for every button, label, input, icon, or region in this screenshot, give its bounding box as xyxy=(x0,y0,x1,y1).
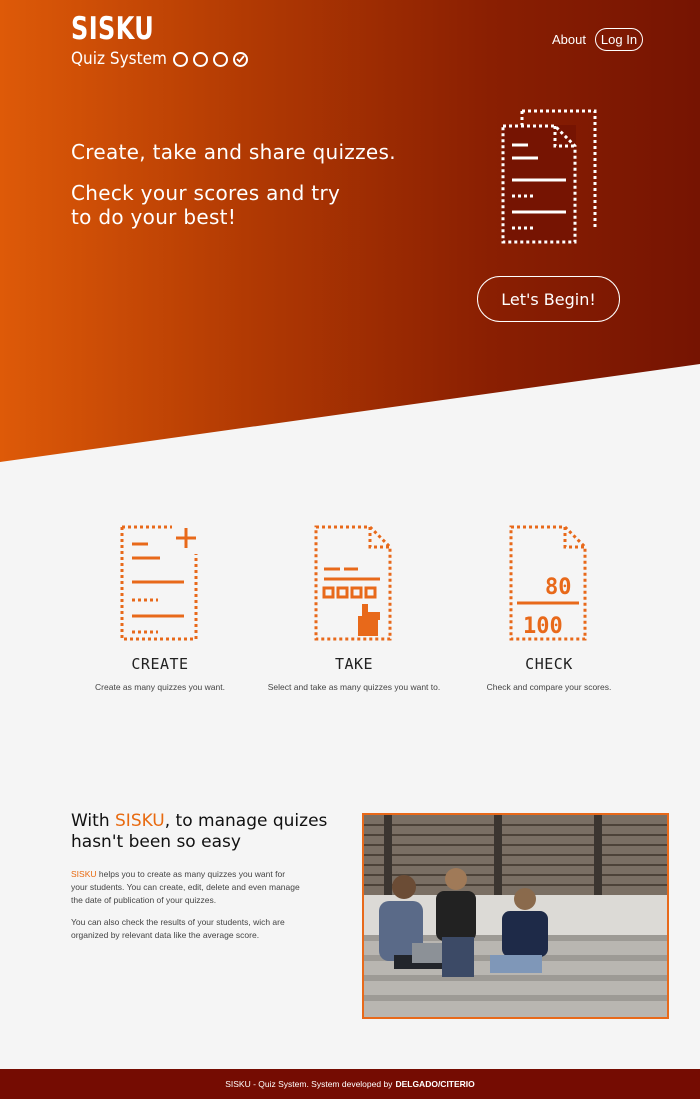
empty-circle-icon xyxy=(192,51,208,67)
hero-subheadline: Check your scores and try to do your bes… xyxy=(71,181,341,229)
feature-title: CHECK xyxy=(525,655,573,673)
about-heading: With SISKU, to manage quizes hasn't been… xyxy=(71,811,328,852)
feature-description: Create as many quizzes you want. xyxy=(95,682,225,692)
feature-check: 80 100 CHECK Check and compare your scor… xyxy=(449,524,649,692)
feature-title: TAKE xyxy=(334,655,374,673)
about-heading-brand: SISKU xyxy=(115,811,165,831)
footer-text: SISKU - Quiz System. System developed by xyxy=(225,1079,393,1089)
site-footer: SISKU - Quiz System. System developed by… xyxy=(0,1069,700,1099)
progress-dots xyxy=(172,51,248,67)
about-paragraph: SISKU helps you to create as many quizze… xyxy=(71,869,300,905)
empty-circle-icon xyxy=(212,51,228,67)
hero-headline: Create, take and share quizzes. xyxy=(71,140,396,164)
brand-title: SISKU xyxy=(71,11,155,47)
login-button[interactable]: Log In xyxy=(594,28,643,51)
feature-title: CREATE xyxy=(131,655,189,673)
create-quiz-icon xyxy=(120,525,198,641)
students-photo xyxy=(362,813,669,1019)
feature-description: Select and take as many quizzes you want… xyxy=(267,682,441,692)
brand-logo[interactable]: SISKU Quiz System xyxy=(71,11,248,69)
score-top-label: 80 xyxy=(545,575,572,600)
take-quiz-icon xyxy=(314,525,392,641)
check-score-icon: 80 100 xyxy=(509,525,587,641)
about-paragraph: You can also check the results of your s… xyxy=(71,917,285,940)
nav-about-link[interactable]: About xyxy=(552,32,586,47)
footer-credit: DELGADO/CITERIO xyxy=(395,1079,475,1089)
feature-description: Check and compare your scores. xyxy=(486,682,612,692)
check-circle-icon xyxy=(232,51,248,67)
top-nav: About Log In xyxy=(552,28,643,51)
brand-subtitle: Quiz System xyxy=(71,49,167,69)
lets-begin-button[interactable]: Let's Begin! xyxy=(477,276,620,322)
documents-icon xyxy=(501,109,597,244)
score-bottom-label: 100 xyxy=(523,614,563,639)
empty-circle-icon xyxy=(172,51,188,67)
feature-create: CREATE Create as many quizzes you want. xyxy=(60,524,260,692)
feature-take: TAKE Select and take as many quizzes you… xyxy=(254,524,454,692)
